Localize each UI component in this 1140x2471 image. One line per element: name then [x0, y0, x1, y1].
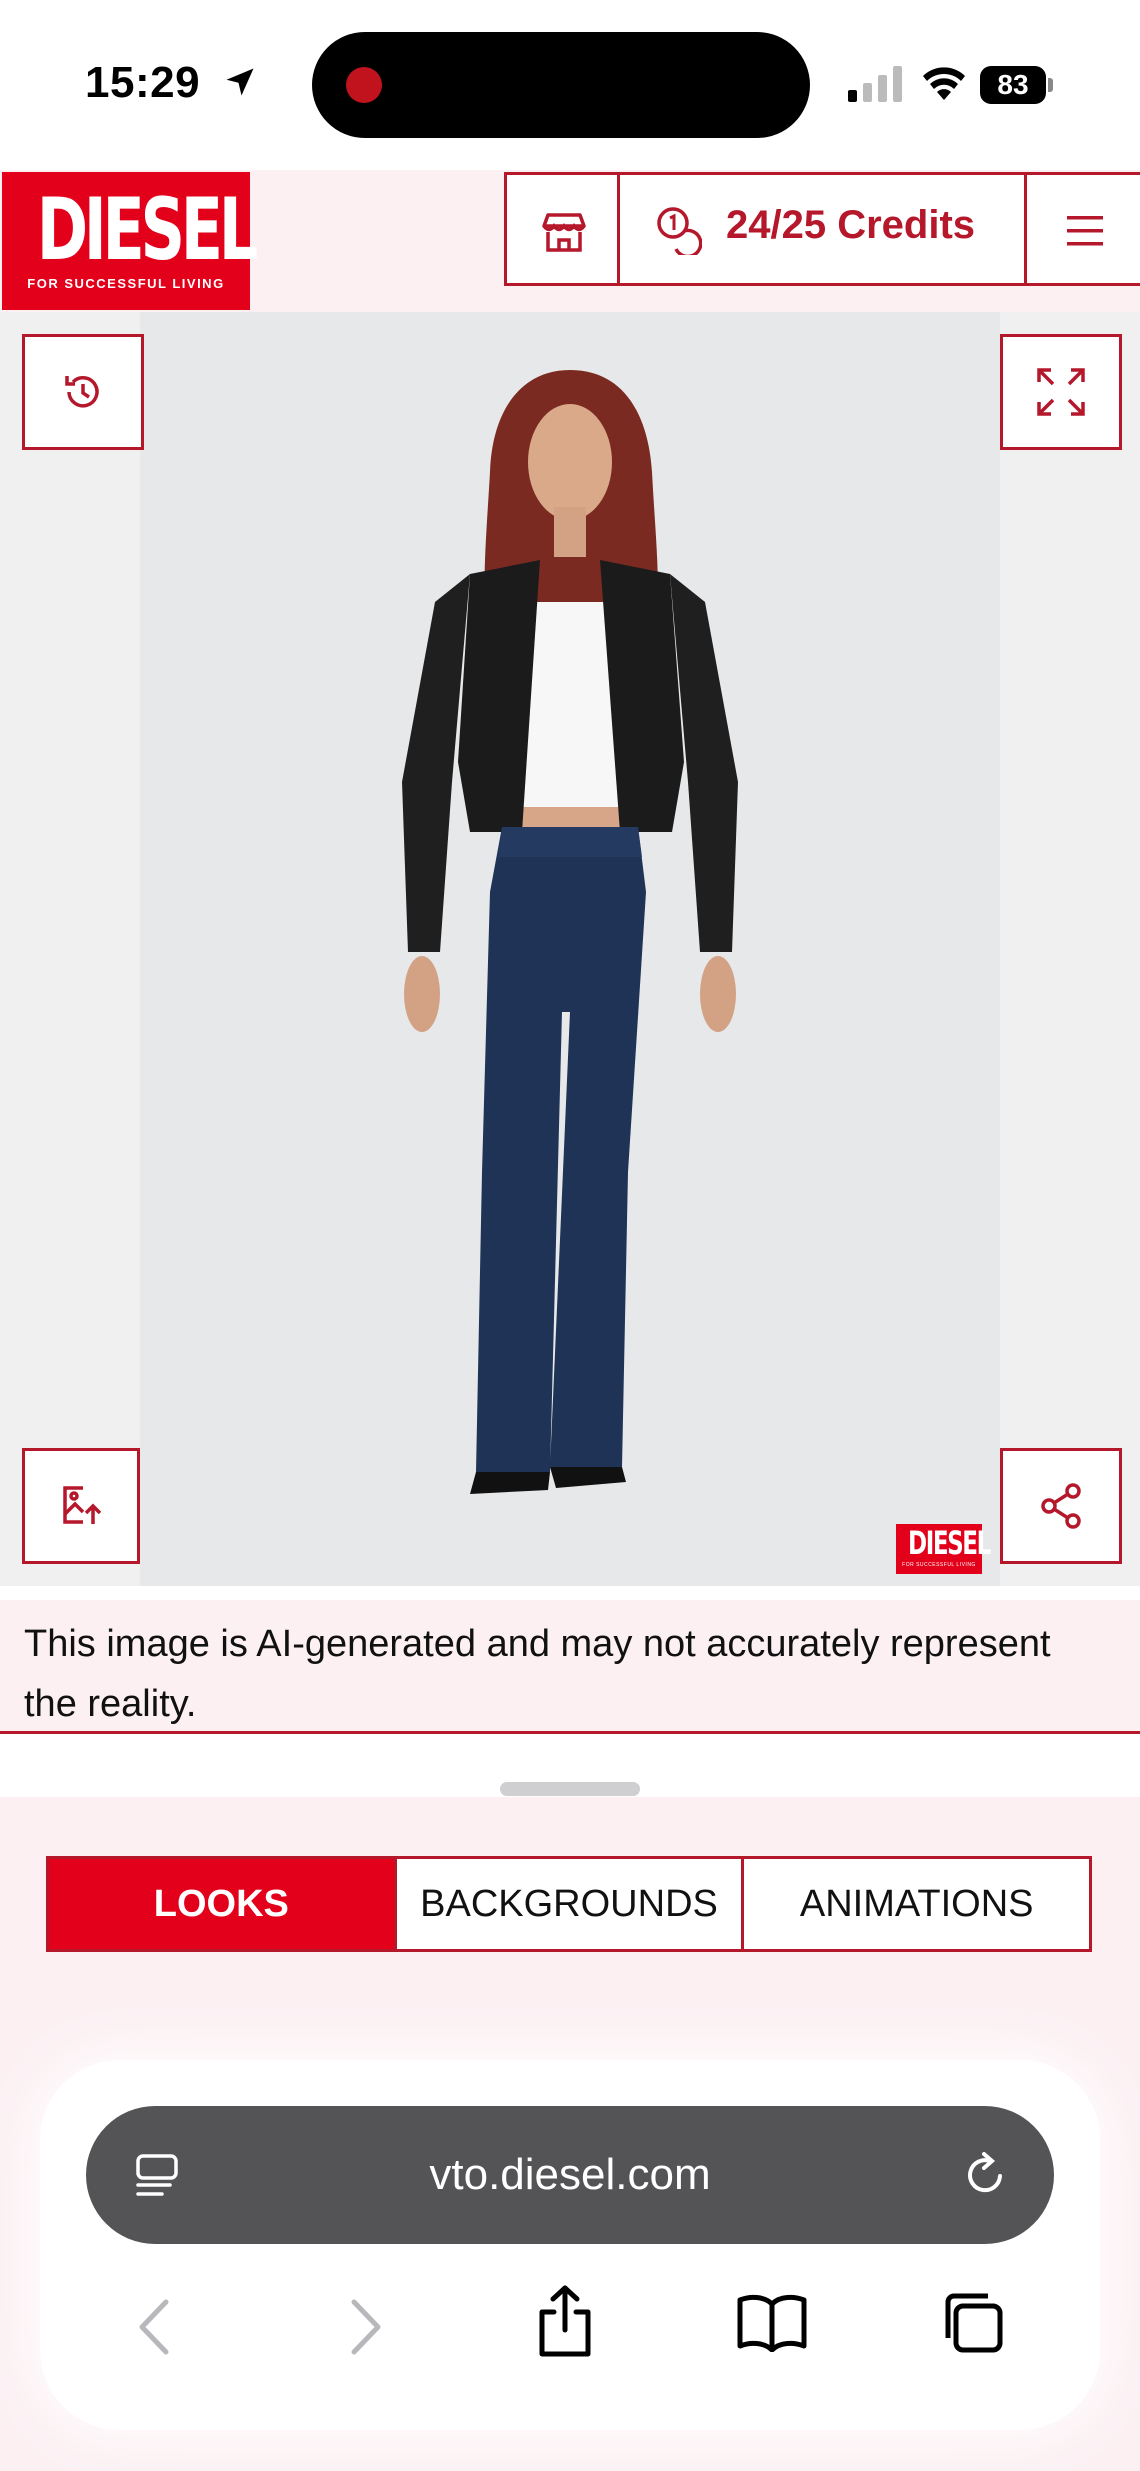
store-icon [542, 213, 586, 252]
wifi-icon [923, 67, 965, 100]
back-icon[interactable] [134, 2298, 174, 2356]
hamburger-menu-icon [1067, 216, 1103, 246]
watermark-tagline: FOR SUCCESSFUL LIVING [902, 1562, 976, 1568]
diesel-logo[interactable]: DIESEL FOR SUCCESSFUL LIVING [2, 172, 258, 310]
share-icon [1041, 1483, 1081, 1529]
disclaimer-text: This image is AI-generated and may not a… [24, 1623, 1051, 1725]
expand-button[interactable] [1000, 334, 1122, 450]
sheet-grabber[interactable] [500, 1782, 640, 1796]
tab-looks[interactable]: LOOKS [49, 1859, 397, 1949]
credits-button[interactable]: 24/25 Credits [617, 172, 1027, 286]
expand-icon [1037, 368, 1085, 416]
bookmarks-icon[interactable] [736, 2292, 808, 2352]
dynamic-island [312, 32, 810, 138]
watermark-word: DIESEL [908, 1524, 991, 1562]
clock: 15:29 [85, 58, 201, 107]
mode-tabs: LOOKS BACKGROUNDS ANIMATIONS [46, 1856, 1092, 1952]
menu-button[interactable] [1024, 172, 1140, 286]
generated-image[interactable] [140, 312, 1000, 1586]
tab-animations[interactable]: ANIMATIONS [744, 1859, 1089, 1949]
image-upload-icon [63, 1486, 102, 1524]
credits-label: 24/25 Credits [726, 203, 976, 247]
history-button[interactable] [22, 334, 144, 450]
share-image-button[interactable] [1000, 1448, 1122, 1564]
upload-image-button[interactable] [22, 1448, 140, 1564]
store-button[interactable] [504, 172, 620, 286]
reload-icon[interactable] [962, 2150, 1010, 2200]
diesel-watermark: DIESEL FOR SUCCESSFUL LIVING [896, 1524, 991, 1574]
tab-backgrounds[interactable]: BACKGROUNDS [397, 1859, 745, 1949]
url-text: vto.diesel.com [429, 2150, 711, 2199]
coins-icon [657, 207, 702, 255]
history-icon [65, 376, 99, 408]
tabs-icon[interactable] [940, 2290, 1006, 2356]
share-icon[interactable] [534, 2284, 596, 2358]
battery-icon: 83 [980, 66, 1054, 104]
location-arrow-icon [226, 68, 254, 96]
forward-icon[interactable] [346, 2298, 386, 2356]
status-bar: 15:29 83 [0, 0, 1140, 170]
recording-dot-icon [346, 67, 382, 103]
battery-level: 83 [980, 66, 1046, 104]
model-figure [402, 370, 738, 1494]
logo-word: DIESEL [36, 180, 258, 280]
ai-disclaimer: This image is AI-generated and may not a… [0, 1600, 1140, 1734]
address-bar[interactable]: vto.diesel.com [86, 2106, 1054, 2244]
try-on-image-panel [0, 312, 1140, 1586]
cellular-signal-icon [848, 66, 902, 102]
